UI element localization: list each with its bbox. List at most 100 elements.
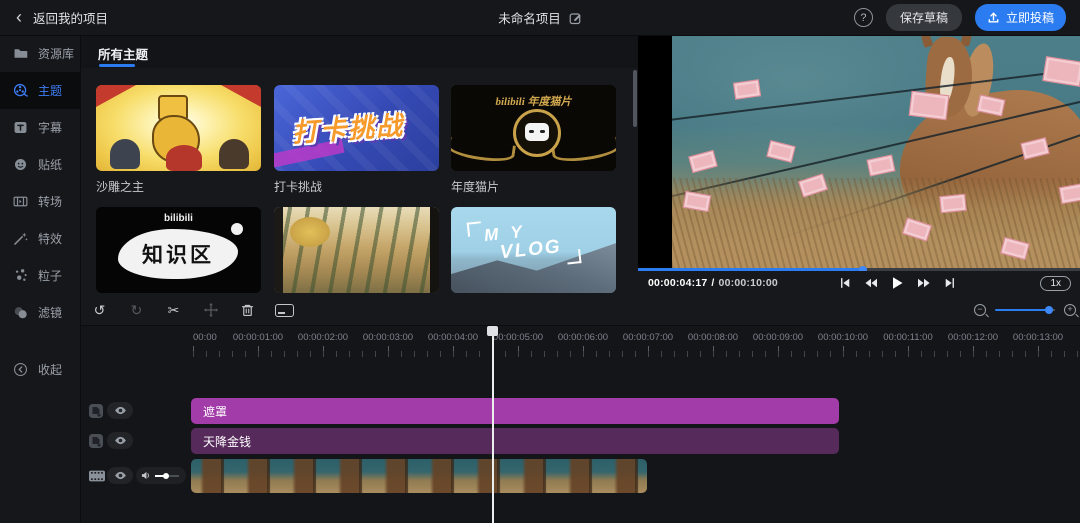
playhead[interactable]	[492, 326, 494, 523]
eye-icon	[114, 406, 127, 415]
split-button[interactable]: ✂	[155, 302, 192, 319]
theme-title: 沙雕之主	[96, 178, 144, 195]
decor-chair	[290, 217, 330, 247]
transport-controls	[839, 276, 956, 290]
current-time: 00:00:04:17	[648, 277, 707, 289]
sidebar-item-themes[interactable]: 主题	[0, 72, 80, 109]
playback-speed-button[interactable]: 1x	[1040, 276, 1071, 291]
track-visibility-toggle[interactable]	[107, 432, 133, 449]
theme-card-vlog[interactable]: M Y VLOG	[451, 207, 616, 293]
project-title-group: 未命名项目	[498, 8, 582, 27]
edit-title-icon[interactable]	[568, 11, 582, 25]
undo-button[interactable]: ↺	[81, 302, 118, 319]
zoom-out-icon[interactable]: −	[974, 304, 986, 316]
move-button[interactable]	[192, 302, 229, 318]
decor-bracket	[566, 249, 581, 264]
banknote	[1059, 183, 1080, 204]
theme-card-zhishiqu[interactable]: bilibili 知识区	[96, 207, 261, 293]
sidebar-item-label: 滤镜	[38, 304, 62, 321]
scissors-icon: ✂	[168, 302, 180, 319]
thumbnail-text: M Y VLOG	[483, 219, 562, 265]
redo-button[interactable]: ↻	[118, 302, 155, 319]
effect-track-icon	[88, 433, 104, 454]
save-draft-button[interactable]: 保存草稿	[886, 4, 962, 31]
decor-corner	[221, 85, 261, 107]
top-bar: ‹ 返回我的项目 未命名项目 ? 保存草稿 立即投稿	[0, 0, 1080, 36]
zoom-slider-handle[interactable]	[1045, 306, 1053, 314]
decor-bracket	[467, 221, 482, 236]
magic-wand-icon	[12, 230, 29, 247]
panel-scrollbar[interactable]	[633, 70, 637, 127]
video-frame	[672, 35, 1080, 268]
sidebar-item-transitions[interactable]: 转场	[0, 183, 80, 220]
sidebar-item-subtitles[interactable]: 字幕	[0, 109, 80, 146]
skip-end-button[interactable]	[944, 277, 956, 289]
ruler-label: 00:00:09:00	[753, 332, 803, 343]
clip-label: 遮罩	[203, 403, 227, 420]
theme-card-maopian[interactable]: bilibili 年度猫片	[451, 85, 616, 171]
active-tab-underline	[99, 64, 135, 67]
sidebar-item-particles[interactable]: 粒子	[0, 257, 80, 294]
rewind-button[interactable]	[864, 277, 878, 289]
ruler-label: 00:00:11:00	[883, 332, 932, 343]
effect-clip-mask[interactable]: 遮罩	[191, 398, 839, 424]
timeline-area[interactable]: 00:00 00:00:01:00 00:00:02:00 00:00:03:0…	[81, 326, 1080, 523]
ruler-label: 00:00:12:00	[948, 332, 998, 343]
skip-start-button[interactable]	[839, 277, 851, 289]
tab-all-themes[interactable]: 所有主题	[98, 44, 148, 63]
move-icon	[203, 302, 219, 318]
fast-forward-button[interactable]	[917, 277, 931, 289]
delete-button[interactable]	[229, 302, 266, 318]
decor-corner	[96, 85, 136, 107]
theme-card-daka[interactable]: 打卡挑战	[274, 85, 439, 171]
decor-blob: 知识区	[118, 229, 238, 279]
project-title: 未命名项目	[498, 8, 561, 27]
ruler-label: 00:00:02:00	[298, 332, 348, 343]
undo-icon: ↺	[94, 302, 106, 319]
decor-eye	[540, 130, 545, 133]
volume-slider[interactable]	[155, 475, 179, 477]
theme-thumbnail: M Y VLOG	[451, 207, 616, 293]
tv-face-icon	[525, 123, 549, 141]
sidebar-item-library[interactable]: 资源库	[0, 35, 80, 72]
track-visibility-toggle[interactable]	[107, 402, 133, 419]
zoom-in-icon[interactable]: +	[1064, 304, 1076, 316]
back-to-projects-button[interactable]: ‹ 返回我的项目	[0, 8, 108, 27]
decor-figure	[219, 139, 249, 169]
sidebar-item-label: 贴纸	[38, 156, 62, 173]
banknote	[733, 79, 761, 99]
play-button[interactable]	[891, 276, 904, 290]
sidebar-item-effects[interactable]: 特效	[0, 220, 80, 257]
video-clip[interactable]	[191, 459, 647, 493]
effect-clip-money[interactable]: 天降金钱	[191, 428, 839, 454]
plus-glyph: +	[1067, 304, 1072, 314]
publish-button[interactable]: 立即投稿	[975, 4, 1066, 31]
sidebar-item-filters[interactable]: 滤镜	[0, 294, 80, 331]
caption-button[interactable]	[266, 304, 303, 317]
redo-icon: ↻	[131, 302, 143, 319]
ruler-label: 00:00:05:00	[493, 332, 543, 343]
theme-card-shadiao[interactable]	[96, 85, 261, 171]
filter-circles-icon	[12, 304, 29, 321]
transition-icon	[12, 193, 29, 210]
playhead-handle[interactable]	[487, 326, 498, 336]
collapse-sidebar-button[interactable]: 收起	[0, 351, 80, 388]
video-preview: 00:00:04:17 / 00:00:10:00 1x	[638, 35, 1080, 295]
track-volume-control[interactable]	[136, 467, 186, 484]
track-visibility-toggle[interactable]	[107, 467, 133, 484]
timecode: 00:00:04:17 / 00:00:10:00	[638, 277, 778, 289]
timeline-zoom-slider[interactable]	[995, 309, 1055, 311]
help-button[interactable]: ?	[854, 8, 873, 27]
sidebar-item-label: 资源库	[38, 45, 74, 62]
total-time: 00:00:10:00	[719, 277, 778, 289]
theme-thumbnail: 打卡挑战	[274, 85, 439, 171]
back-label: 返回我的项目	[33, 8, 108, 27]
video-track-icon	[88, 468, 106, 489]
ruler-label: 00:00:10:00	[818, 332, 868, 343]
sidebar-item-stickers[interactable]: 贴纸	[0, 146, 80, 183]
volume-handle[interactable]	[163, 473, 169, 479]
top-bar-actions: ? 保存草稿 立即投稿	[854, 4, 1080, 31]
text-icon	[12, 119, 29, 136]
particles-icon	[12, 267, 29, 284]
theme-card-classroom[interactable]	[274, 207, 439, 293]
